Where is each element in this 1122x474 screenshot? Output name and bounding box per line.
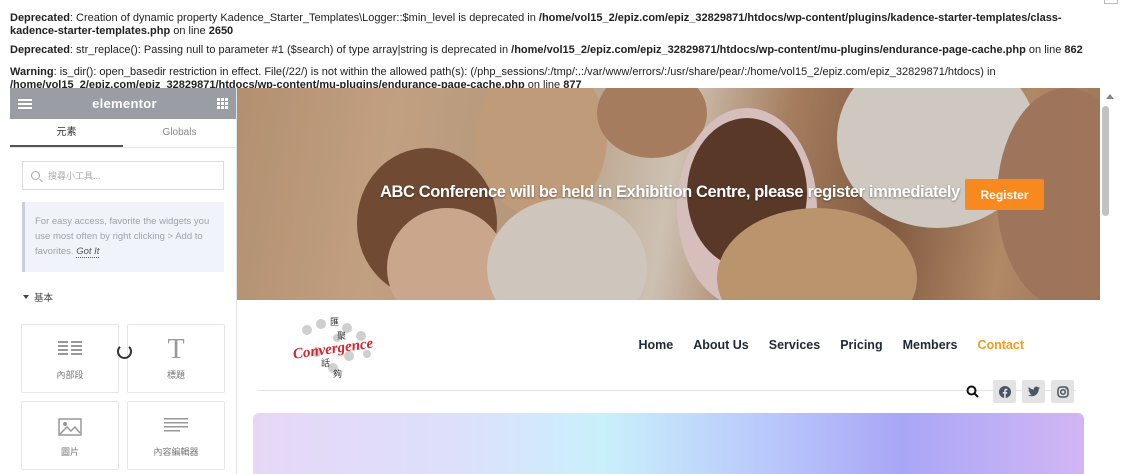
text-editor-icon [164, 414, 188, 440]
section-title: 基本 [34, 293, 54, 304]
preview-scrollbar[interactable] [1100, 88, 1122, 474]
nav-services[interactable]: Services [769, 338, 820, 352]
svg-text:夠: 夠 [333, 368, 342, 380]
search-placeholder: 搜尋小工具... [48, 171, 101, 181]
section-basic[interactable]: 基本 [23, 290, 236, 304]
warning-line-2: Deprecated: str_replace(): Passing null … [10, 44, 1083, 56]
panel-header: elementor [10, 88, 236, 119]
tab-elements[interactable]: 元素 [10, 119, 123, 147]
hero-announcement: ABC Conference will be held in Exhibitio… [380, 183, 960, 201]
elementor-panel: elementor 元素 Globals 搜尋小工具... For easy a… [10, 88, 237, 474]
instagram-icon[interactable] [1051, 380, 1074, 403]
corner-box [1104, 0, 1118, 4]
scroll-up-icon[interactable] [1106, 94, 1114, 99]
image-icon [58, 414, 82, 440]
nav-contact[interactable]: Contact [977, 338, 1024, 352]
elementor-logo: elementor [92, 96, 157, 111]
search-icon[interactable] [965, 385, 979, 399]
header-icons [965, 380, 1074, 403]
got-it-link[interactable]: Got It [76, 246, 100, 258]
widget-heading[interactable]: T 標題 [127, 324, 225, 393]
widget-inner-section[interactable]: 內部段 [21, 324, 119, 393]
svg-text:話: 話 [321, 357, 330, 369]
favorites-tip: For easy access, favorite the widgets yo… [22, 202, 224, 272]
svg-text:匯: 匯 [330, 317, 339, 328]
facebook-icon[interactable] [993, 380, 1016, 403]
page-preview: ABC Conference will be held in Exhibitio… [237, 88, 1100, 474]
gradient-section [253, 413, 1084, 474]
widget-text-editor[interactable]: 內容編輯器 [127, 401, 225, 470]
header-divider [257, 390, 1076, 391]
tab-globals[interactable]: Globals [123, 119, 236, 147]
panel-tabs: 元素 Globals [10, 119, 236, 148]
php-warnings: Deprecated: Creation of dynamic property… [0, 0, 1122, 91]
widget-search-input[interactable]: 搜尋小工具... [22, 161, 224, 190]
site-header: 匯 聚 話 夠 Convergence Home About Us Servic… [237, 300, 1100, 390]
register-button[interactable]: Register [965, 179, 1044, 210]
caret-down-icon [23, 295, 29, 299]
nav-pricing[interactable]: Pricing [840, 338, 882, 352]
scrollbar-thumb[interactable] [1102, 106, 1109, 216]
widget-label: 內容編輯器 [153, 446, 199, 457]
heading-icon: T [167, 333, 185, 365]
nav-members[interactable]: Members [903, 338, 958, 352]
loading-spinner-icon [117, 344, 132, 359]
site-logo[interactable]: 匯 聚 話 夠 Convergence [287, 314, 387, 380]
tip-text: For easy access, favorite the widgets yo… [35, 216, 210, 257]
widget-image[interactable]: 圖片 [21, 401, 119, 470]
widget-label: 內部段 [56, 369, 84, 380]
main-nav: Home About Us Services Pricing Members C… [638, 338, 1024, 352]
widget-label: 標題 [166, 369, 185, 380]
nav-home[interactable]: Home [638, 338, 673, 352]
widget-label: 圖片 [60, 446, 79, 457]
search-icon [31, 171, 40, 180]
warning-line-1: Deprecated: Creation of dynamic property… [10, 12, 1062, 37]
nav-about-us[interactable]: About Us [693, 338, 749, 352]
twitter-icon[interactable] [1022, 380, 1045, 403]
menu-icon[interactable] [18, 98, 32, 109]
hero-banner: ABC Conference will be held in Exhibitio… [237, 88, 1100, 300]
widgets-grid-icon[interactable] [217, 98, 228, 109]
inner-section-icon [58, 337, 82, 363]
svg-text:Convergence: Convergence [292, 336, 375, 363]
